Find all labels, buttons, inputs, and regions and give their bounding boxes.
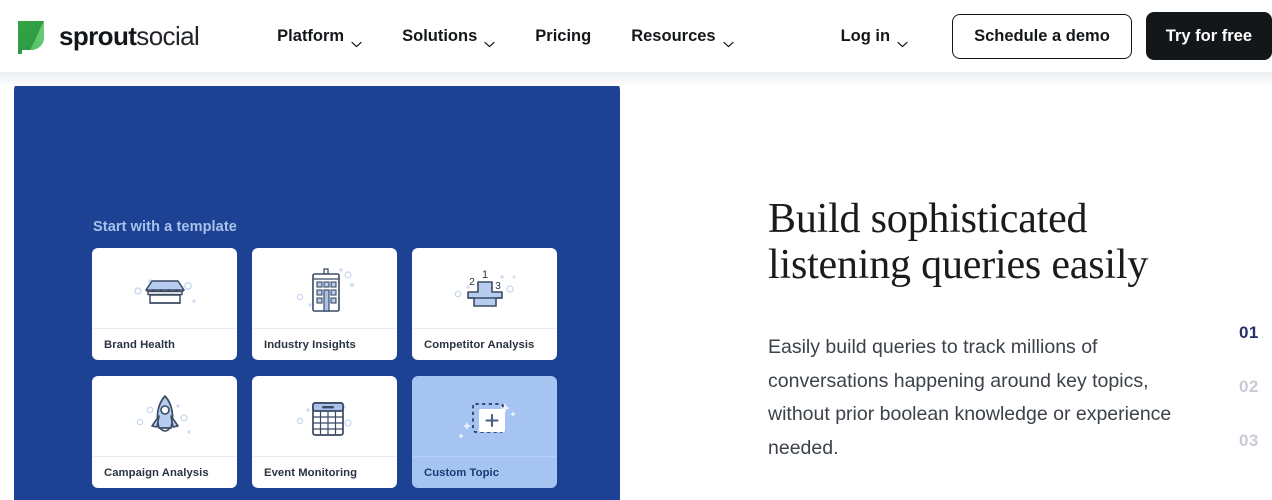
logo[interactable]: sproutsocial (14, 16, 200, 56)
nav-label-pricing: Pricing (535, 26, 592, 45)
try-for-free-button[interactable]: Try for free (1145, 12, 1272, 60)
sprout-leaf-icon (14, 16, 48, 56)
template-card-competitor-analysis[interactable]: 1 2 3 Competitor Analysis (412, 248, 557, 360)
step-indicator: 01 02 03 (1239, 323, 1259, 451)
card-label-custom-topic: Custom Topic (424, 466, 500, 479)
nav-item-resources[interactable]: Resources (631, 19, 734, 54)
main-navigation: Platform Solutions Pricing Resources (277, 19, 734, 54)
step-indicator-02[interactable]: 02 (1239, 377, 1259, 397)
template-card-event-monitoring[interactable]: Event Monitoring (252, 376, 397, 488)
nav-label-platform: Platform (277, 26, 345, 45)
panel-title: Start with a template (93, 219, 237, 235)
podium-icon: 1 2 3 (412, 248, 557, 328)
feature-description: Easily build queries to track millions o… (768, 336, 1172, 459)
card-label-event-monitoring: Event Monitoring (264, 466, 358, 479)
chevron-down-icon (897, 34, 908, 47)
template-card-grid: Brand Health Industry Insights 1 2 3 Com… (92, 248, 558, 488)
schedule-demo-button[interactable]: Schedule a demo (952, 13, 1132, 59)
step-indicator-01[interactable]: 01 (1239, 323, 1259, 343)
podium-number-2: 2 (469, 277, 475, 288)
podium-number-3: 3 (495, 281, 501, 292)
nav-item-pricing[interactable]: Pricing (535, 19, 591, 54)
storefront-icon (92, 248, 237, 328)
card-label-campaign-analysis: Campaign Analysis (104, 466, 209, 479)
card-label-brand-health: Brand Health (104, 338, 175, 351)
chevron-down-icon (351, 34, 362, 47)
logo-word-sprout: sprout (59, 20, 137, 51)
template-card-brand-health[interactable]: Brand Health (92, 248, 237, 360)
template-card-custom-topic[interactable]: Custom Topic (412, 376, 557, 488)
logo-wordmark: sproutsocial (59, 20, 200, 52)
site-header: sproutsocial Platform Solutions Pricing … (0, 0, 1272, 72)
building-icon (252, 248, 397, 328)
chevron-down-icon (484, 34, 495, 47)
headline-line-1: Build sophisticated (768, 196, 1088, 242)
nav-label-resources: Resources (631, 26, 716, 45)
card-label-industry-insights: Industry Insights (264, 338, 356, 351)
headline-line-2: listening queries easily (768, 242, 1149, 288)
card-label-competitor-analysis: Competitor Analysis (424, 338, 535, 351)
template-panel: Start with a template Brand Health Indus… (14, 81, 620, 500)
rocket-icon (92, 376, 237, 456)
header-shadow (0, 72, 1272, 86)
feature-content: Build sophisticated listening queries ea… (768, 196, 1200, 465)
calendar-icon (252, 376, 397, 456)
add-dashed-box-icon (412, 376, 557, 456)
nav-item-solutions[interactable]: Solutions (402, 19, 495, 54)
step-indicator-03[interactable]: 03 (1239, 431, 1259, 451)
logo-word-social: social (136, 20, 200, 51)
login-label: Log in (840, 26, 891, 45)
chevron-down-icon (723, 34, 734, 47)
template-card-campaign-analysis[interactable]: Campaign Analysis (92, 376, 237, 488)
nav-label-solutions: Solutions (402, 26, 478, 45)
template-card-industry-insights[interactable]: Industry Insights (252, 248, 397, 360)
page-title: Build sophisticated listening queries ea… (768, 196, 1200, 288)
nav-item-platform[interactable]: Platform (277, 19, 362, 54)
login-menu[interactable]: Log in (840, 26, 908, 47)
podium-number-1: 1 (481, 269, 487, 281)
header-actions: Log in Schedule a demo Try for free (841, 12, 1272, 60)
